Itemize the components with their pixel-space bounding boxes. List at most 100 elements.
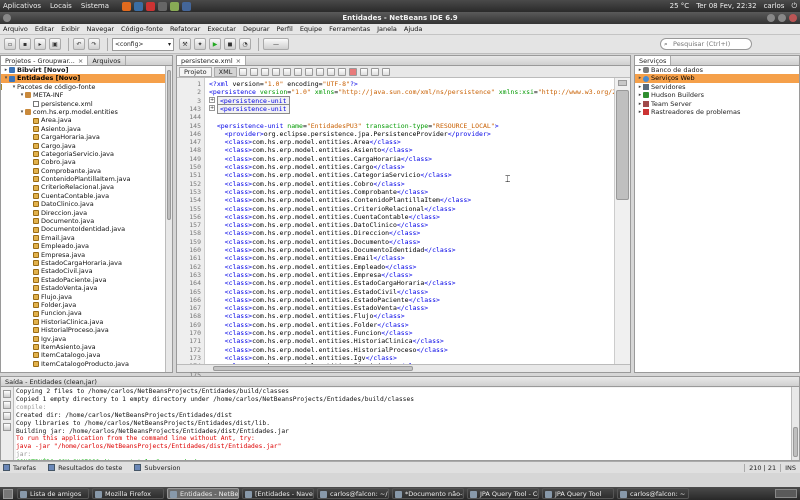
projects-scrollbar[interactable] — [165, 66, 172, 372]
code-line[interactable]: <class>com.hs.erp.model.entities.Documen… — [209, 246, 456, 254]
tree-item[interactable]: ▾ Pacotes de código-fonte — [1, 83, 165, 91]
tree-item[interactable]: persistence.xml — [1, 100, 165, 108]
menu-janela[interactable]: Janela — [377, 25, 397, 33]
clean-build-icon[interactable]: ✦ — [194, 38, 206, 50]
tree-item[interactable]: Email.java — [1, 234, 165, 242]
close-icon[interactable] — [789, 14, 797, 22]
memory-gauge[interactable]: — — [263, 38, 289, 50]
workspace-switcher[interactable] — [775, 489, 797, 498]
profile-icon[interactable]: ◔ — [239, 38, 251, 50]
code-line[interactable]: <class>com.hs.erp.model.entities.Empresa… — [209, 271, 413, 279]
new-file-icon[interactable]: ▫ — [4, 38, 16, 50]
menu-codigo-fonte[interactable]: Código-fonte — [121, 25, 163, 33]
taskbar-button[interactable]: carlos@falcon: ~ — [617, 488, 689, 499]
tree-item[interactable]: Documento.java — [1, 217, 165, 225]
menu-ferramentas[interactable]: Ferramentas — [329, 25, 370, 33]
service-item[interactable]: ▸ Servidores — [635, 83, 799, 91]
code-line[interactable]: <class>com.hs.erp.model.entities.Categor… — [209, 171, 452, 179]
tree-item[interactable]: Area.java — [1, 116, 165, 124]
tree-item[interactable]: Igv.java — [1, 335, 165, 343]
back-icon[interactable] — [239, 67, 248, 76]
new-project-icon[interactable]: ▪ — [19, 38, 31, 50]
service-item[interactable]: ▸ Rastreadores de problemas — [635, 108, 799, 116]
check-xml-icon[interactable] — [360, 67, 369, 76]
output-line[interactable]: java -jar "/home/carlos/NetBeansProjects… — [16, 443, 791, 451]
tree-item[interactable]: Folder.java — [1, 301, 165, 309]
tree-item[interactable]: ▸ Bibvirt [Novo] — [1, 66, 165, 74]
tab-arquivos[interactable]: Arquivos — [88, 56, 126, 65]
search-input[interactable]: ⌕ Pesquisar (Ctrl+I) — [660, 38, 752, 50]
tab-projetos[interactable]: Projetos - Groupwar... × — [1, 56, 89, 65]
editor-icon[interactable] — [170, 1, 180, 11]
editor-hscrollbar[interactable] — [177, 364, 630, 372]
tab-servicos[interactable]: Serviços — [635, 56, 672, 65]
menu-exibir[interactable]: Exibir — [61, 25, 79, 33]
code-line[interactable]: <persistence version="1.0" xmlns="http:/… — [209, 88, 614, 96]
maximize-icon[interactable] — [778, 14, 786, 22]
taskbar-button[interactable]: [Entidades - Naveg... — [242, 488, 314, 499]
tree-item[interactable]: Cargo.java — [1, 142, 165, 150]
minimize-icon[interactable] — [767, 14, 775, 22]
output-title[interactable]: Saída - Entidades (clean,jar) — [1, 377, 799, 387]
code-line[interactable]: <class>com.hs.erp.model.entities.Emplead… — [209, 263, 417, 271]
window-menu-icon[interactable] — [3, 14, 11, 22]
tree-item[interactable]: CategoriaServicio.java — [1, 150, 165, 158]
stop-macro-icon[interactable] — [349, 67, 358, 76]
subversion-tab[interactable]: Subversion — [134, 464, 181, 472]
service-item[interactable]: ▸ Hudson Builders — [635, 91, 799, 99]
code-line[interactable]: <class>com.hs.erp.model.entities.CuentaC… — [209, 213, 440, 221]
taskbar-button[interactable]: Lista de amigos — [17, 488, 89, 499]
rerun-params-icon[interactable] — [3, 401, 11, 409]
tree-item[interactable]: HistorialProceso.java — [1, 326, 165, 334]
code-line[interactable]: <persistence-unit name="EntidadesPU3" tr… — [209, 122, 499, 130]
thunderbird-icon[interactable] — [134, 1, 144, 11]
code-line[interactable]: <class>com.hs.erp.model.entities.Area</c… — [209, 138, 401, 146]
tree-item[interactable]: DatoClinico.java — [1, 200, 165, 208]
find-icon[interactable] — [261, 67, 270, 76]
test-results-tab[interactable]: Resultados do teste — [48, 464, 122, 472]
fold-expand-icon[interactable]: + — [209, 96, 215, 103]
tree-item[interactable]: CuentaContable.java — [1, 192, 165, 200]
tree-item[interactable]: Empleado.java — [1, 242, 165, 250]
netbeans-icon[interactable] — [182, 1, 192, 11]
code-line[interactable]: <class>com.hs.erp.model.entities.Flujo</… — [209, 312, 405, 320]
scroll-thumb[interactable] — [167, 70, 171, 220]
tree-item[interactable]: DocumentoIdentidad.java — [1, 225, 165, 233]
menu-sistema[interactable]: Sistema — [81, 2, 109, 10]
undo-icon[interactable]: ↶ — [73, 38, 85, 50]
tree-item[interactable]: Direccion.java — [1, 209, 165, 217]
taskbar-button[interactable]: Mozilla Firefox — [92, 488, 164, 499]
code-area[interactable]: <?xml version="1.0" encoding="UTF-8"?> <p… — [205, 78, 614, 364]
taskbar-button[interactable]: JPA Query Tool — [542, 488, 614, 499]
code-line[interactable]: <class>com.hs.erp.model.entities.Criteri… — [209, 205, 456, 213]
forward-icon[interactable] — [250, 67, 259, 76]
tasks-tab[interactable]: Tarefas — [3, 464, 36, 472]
tree-item[interactable]: ▾ META-INF — [1, 91, 165, 99]
code-line[interactable]: <class>com.hs.erp.model.entities.EstadoV… — [209, 304, 429, 312]
code-line[interactable]: <class>com.hs.erp.model.entities.Folder<… — [209, 321, 409, 329]
tree-item[interactable]: ItemAsiento.java — [1, 343, 165, 351]
taskbar-button[interactable]: Entidades - NetBea... — [167, 488, 239, 499]
menu-arquivo[interactable]: Arquivo — [3, 25, 28, 33]
tree-item[interactable]: ItemCatalogoProducto.java — [1, 360, 165, 368]
code-line[interactable]: <class>com.hs.erp.model.entities.EstadoC… — [209, 288, 429, 296]
tree-item[interactable]: EstadoCivil.java — [1, 267, 165, 275]
shift-right-icon[interactable] — [316, 67, 325, 76]
validate-xml-icon[interactable] — [371, 67, 380, 76]
close-icon[interactable]: × — [78, 57, 83, 65]
find-prev-icon[interactable] — [272, 67, 281, 76]
code-line[interactable]: <class>com.hs.erp.model.entities.Conteni… — [209, 196, 472, 204]
code-line[interactable]: <class>com.hs.erp.model.entities.Cargo</… — [209, 163, 405, 171]
code-line[interactable]: <class>com.hs.erp.model.entities.Funcion… — [209, 329, 413, 337]
menu-navegar[interactable]: Navegar — [87, 25, 114, 33]
run-icon[interactable]: ▶ — [209, 38, 221, 50]
menu-editar[interactable]: Editar — [35, 25, 54, 33]
build-icon[interactable]: ⚒ — [179, 38, 191, 50]
tree-item[interactable]: EstadoPaciente.java — [1, 276, 165, 284]
taskbar-button[interactable]: carlos@falcon: ~/N... — [317, 488, 389, 499]
tab-persistence-xml[interactable]: persistence.xml × — [177, 56, 247, 65]
stop-icon[interactable] — [3, 412, 11, 420]
service-item[interactable]: ▸ Team Server — [635, 100, 799, 108]
shift-left-icon[interactable] — [305, 67, 314, 76]
rerun-icon[interactable] — [3, 390, 11, 398]
